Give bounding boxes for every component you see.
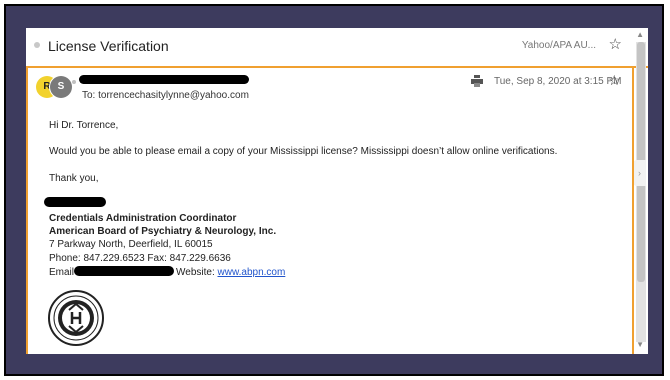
closing-text: Thank you, (49, 173, 99, 184)
signature-phone-fax: Phone: 847.229.6523 Fax: 847.229.6636 (49, 253, 231, 264)
redacted-sender (79, 75, 249, 84)
body-text: Would you be able to please email a copy… (49, 146, 558, 157)
subject-bar: License Verification Yahoo/APA AU... ☆ (26, 28, 648, 68)
message-border (26, 66, 28, 354)
star-message-icon[interactable]: ☆ (608, 72, 621, 89)
abpn-logo-icon (48, 290, 104, 346)
website-label: Website: (176, 267, 218, 278)
scroll-up-arrow-icon[interactable]: ▲ (636, 30, 644, 39)
signature-address: 7 Parkway North, Deerfield, IL 60015 (49, 239, 213, 250)
folder-label[interactable]: Yahoo/APA AU... (522, 40, 596, 51)
status-dot-icon (72, 80, 76, 84)
email-window: License Verification Yahoo/APA AU... ☆ ▲… (26, 28, 648, 354)
signature-organization: American Board of Psychiatry & Neurology… (49, 226, 277, 237)
print-icon[interactable] (471, 75, 483, 87)
scroll-down-arrow-icon[interactable]: ▼ (636, 340, 644, 349)
unread-dot-icon (34, 42, 40, 48)
email-subject: License Verification (48, 38, 169, 54)
recipient-line: To: torrencechasitylynne@yahoo.com (82, 90, 249, 101)
email-label: Email (49, 267, 75, 278)
signature-title: Credentials Administration Coordinator (49, 213, 237, 224)
message-border (632, 66, 634, 354)
website-link[interactable]: www.abpn.com (218, 267, 286, 278)
message-date: Tue, Sep 8, 2020 at 3:15 PM (494, 76, 622, 87)
signature-email-line: Email Website: www.abpn.com (49, 266, 285, 278)
chevron-right-icon[interactable]: › (633, 160, 646, 186)
avatar[interactable]: S (50, 76, 72, 98)
vertical-scrollbar[interactable] (636, 42, 646, 342)
redacted-name (44, 197, 106, 207)
star-icon[interactable]: ☆ (609, 35, 622, 53)
redacted-email (74, 266, 175, 276)
greeting-text: Hi Dr. Torrence, (49, 120, 119, 131)
